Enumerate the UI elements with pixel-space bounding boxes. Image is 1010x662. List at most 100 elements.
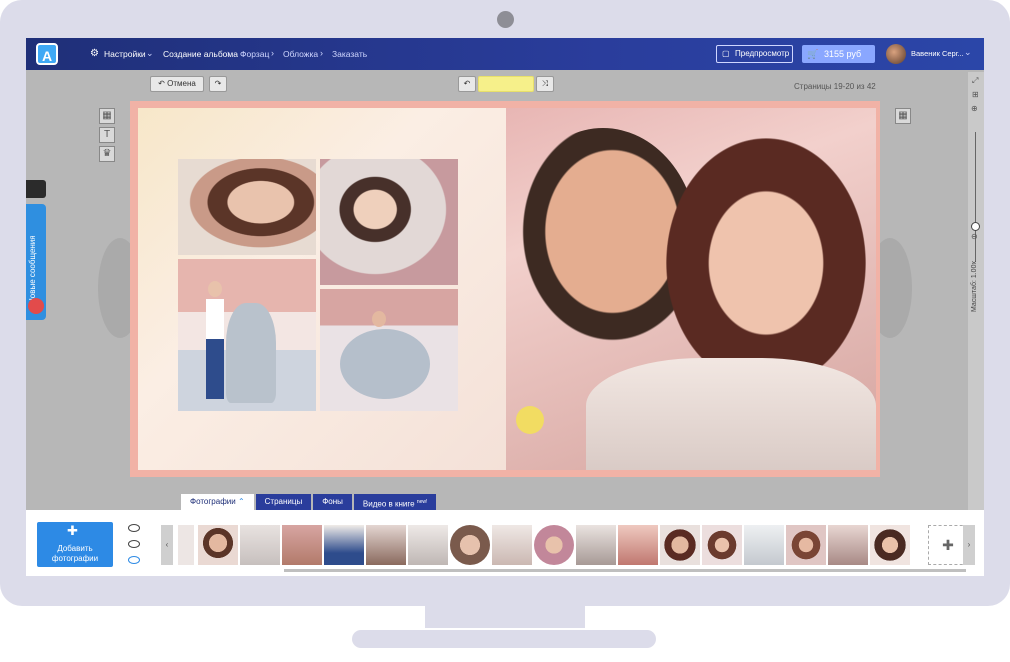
right-page[interactable] [506, 108, 876, 470]
add-photos-button[interactable]: ✚ Добавить фотографии [37, 522, 113, 567]
new-messages-tab[interactable]: Новые сообщения [26, 204, 46, 320]
page-thumbnail-slider[interactable] [478, 76, 534, 92]
photo-thumbnail[interactable] [366, 525, 406, 565]
photo-thumbnail[interactable] [198, 525, 238, 565]
photo-thumbnail[interactable] [660, 525, 700, 565]
photo-dress [226, 303, 276, 403]
cart-icon: 🛒 [807, 49, 819, 59]
back-button[interactable]: ↶ [458, 76, 476, 92]
photo-thumbnail[interactable] [240, 525, 280, 565]
photo-slot-4[interactable] [320, 289, 458, 411]
photo-figure [206, 339, 224, 399]
username[interactable]: Вавеник Серг... [911, 49, 964, 58]
tab-backgrounds[interactable]: Фоны [313, 494, 352, 510]
photo-thumbnail[interactable] [576, 525, 616, 565]
photo-slot-2[interactable] [320, 159, 458, 285]
layout-icon[interactable]: ▦ [99, 108, 115, 124]
tray-scroll-right[interactable]: › [963, 525, 975, 565]
add-photo-icon: ✚ [67, 523, 78, 538]
zoom-out-icon[interactable]: ⊖ [971, 232, 978, 241]
add-photo-icon[interactable]: ✚ [928, 525, 968, 565]
photo-tray: ✚ Добавить фотографии ‹ ✚ › [26, 510, 984, 576]
eye-icon[interactable] [128, 524, 140, 532]
tab-photos[interactable]: Фотографии ⌃ [181, 494, 254, 510]
photo-thumbnail[interactable] [178, 525, 194, 565]
undo-label: Отмена [167, 79, 196, 88]
photo-thumbnail[interactable] [534, 525, 574, 565]
chevron-down-icon[interactable]: ⌄ [964, 47, 972, 58]
back-icon: ↶ [463, 79, 471, 88]
eye-icon[interactable] [128, 556, 140, 564]
photo-thumbnail[interactable] [408, 525, 448, 565]
chevron-right-icon: › [320, 48, 323, 58]
redo-icon: ↷ [214, 79, 222, 88]
photo-slot-1[interactable] [178, 159, 316, 255]
monitor-stand-base [352, 630, 656, 648]
photo-thumbnail[interactable] [744, 525, 784, 565]
shuffle-button[interactable]: ⤨ [536, 76, 554, 92]
photo-thumbnail[interactable] [702, 525, 742, 565]
photo-slot-3[interactable] [178, 259, 316, 411]
cursor-indicator [516, 406, 544, 434]
crown-icon[interactable]: ♛ [99, 146, 115, 162]
settings-icon[interactable]: ⚙ [90, 48, 99, 59]
avatar[interactable] [886, 44, 906, 64]
photo-thumbnail[interactable] [324, 525, 364, 565]
tray-scroll-left[interactable]: ‹ [161, 525, 173, 565]
text-icon[interactable]: T [99, 127, 115, 143]
zoom-label: Масштаб: 1.00x [971, 261, 978, 312]
preview-button[interactable]: ▢ Предпросмотр [716, 45, 793, 63]
camera-dot [497, 11, 514, 28]
chat-icon [28, 298, 44, 314]
photo-thumbnail[interactable] [450, 525, 490, 565]
app-screen: A ⚙ Настройки ⌄ Создание альбома › Форза… [26, 38, 984, 576]
chevron-down-icon: ⌄ [146, 48, 154, 58]
settings-menu[interactable]: Настройки [104, 49, 146, 59]
fullscreen-icon[interactable]: ⤢ [972, 76, 978, 86]
zoom-slider-handle[interactable] [971, 222, 980, 231]
photo-thumbnail[interactable] [282, 525, 322, 565]
tab-photos-label: Фотографии [190, 497, 236, 506]
tab-backgrounds-label: Фоны [322, 497, 343, 506]
grid-icon[interactable]: ⊞ [972, 90, 979, 99]
app-logo[interactable]: A [36, 43, 58, 65]
photo-face [208, 281, 222, 297]
photo-thumbnail[interactable] [786, 525, 826, 565]
chevron-right-icon: › [271, 48, 274, 58]
cart-price-button[interactable]: 🛒 3155 руб [802, 45, 875, 63]
thumbnail-strip: ✚ [174, 525, 974, 565]
photo-thumbnail[interactable] [618, 525, 658, 565]
tab-video[interactable]: Видео в книге new! [353, 494, 437, 510]
tray-scrollbar[interactable] [284, 569, 966, 572]
preview-icon: ▢ [722, 49, 730, 58]
photo-face [666, 138, 866, 388]
breadcrumb-order[interactable]: Заказать [332, 49, 367, 59]
zoom-in-icon[interactable]: ⊕ [971, 104, 978, 113]
left-page[interactable] [138, 108, 506, 470]
photo-dress [586, 358, 876, 470]
photo-thumbnail[interactable] [492, 525, 532, 565]
undo-icon: ↶ [158, 79, 165, 88]
monitor-stand-neck [425, 606, 585, 628]
preview-label: Предпросмотр [735, 49, 790, 58]
new-badge: new! [416, 499, 428, 505]
breadcrumb-endpaper[interactable]: Форзац [240, 49, 269, 59]
undo-button[interactable]: ↶ Отмена [150, 76, 204, 92]
top-navigation-bar: A ⚙ Настройки ⌄ Создание альбома › Форза… [26, 38, 984, 70]
album-spread [130, 101, 880, 477]
redo-button[interactable]: ↷ [209, 76, 227, 92]
eye-icon[interactable] [128, 540, 140, 548]
layout-icon[interactable]: ▦ [895, 108, 911, 124]
messages-label: Новые сообщения [28, 235, 37, 304]
bottom-tabs: Фотографии ⌃ Страницы Фоны Видео в книге… [181, 494, 438, 510]
photo-thumbnail[interactable] [870, 525, 910, 565]
breadcrumb-cover[interactable]: Обложка [283, 49, 318, 59]
photo-dress [340, 329, 430, 399]
monitor-frame: A ⚙ Настройки ⌄ Создание альбома › Форза… [0, 0, 1010, 606]
tab-pages[interactable]: Страницы [255, 494, 312, 510]
zoom-slider-track[interactable] [975, 132, 976, 262]
left-tools: ▦ T ♛ [99, 108, 115, 165]
price-label: 3155 руб [824, 49, 862, 59]
photo-thumbnail[interactable] [828, 525, 868, 565]
camera-toggle-icon[interactable] [26, 180, 46, 198]
